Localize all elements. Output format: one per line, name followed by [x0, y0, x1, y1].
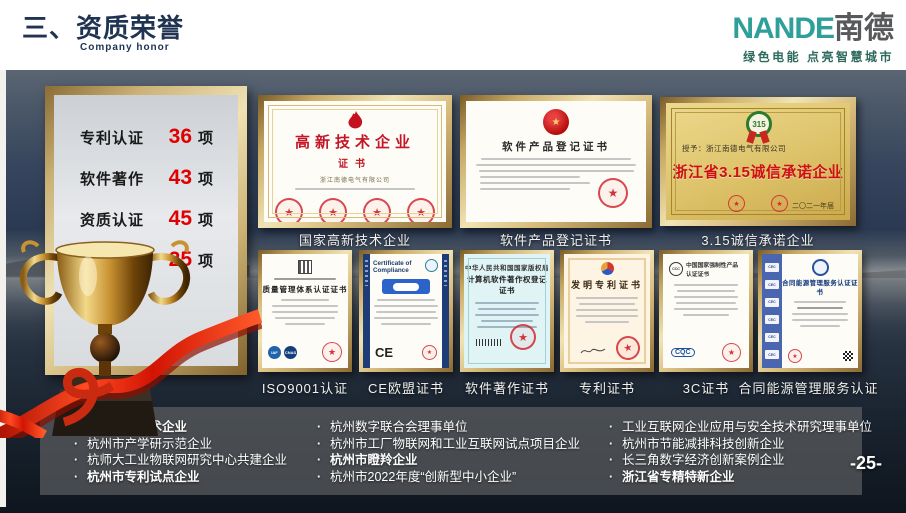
- certificate-subtitle: 证书: [264, 155, 446, 170]
- caption-315: 3.15诚信承诺企业: [660, 230, 856, 249]
- certificate-ce: Certificate of Compliance CE ★: [359, 250, 453, 372]
- stat-row: 专利认证 36 项: [80, 125, 238, 149]
- logo-latin: NANDE: [732, 12, 834, 45]
- certificate-title: 高新技术企业: [264, 131, 446, 152]
- trophy-image: [0, 236, 262, 438]
- honor-item: 杭师大工业物联网研究中心共建企业: [74, 452, 287, 469]
- stat-row: 资质认证 45 项: [80, 207, 238, 231]
- honor-item: 杭州市2022年度“创新型中小企业”: [317, 469, 579, 486]
- barcode: [476, 339, 502, 346]
- stat-unit: 项: [198, 168, 213, 189]
- certificate-title: 合同能源管理服务认证证书: [782, 278, 858, 296]
- certificate-org: 浙江南德电气有限公司: [264, 175, 446, 184]
- green-badge-icon: 315: [746, 111, 770, 135]
- certificate-title: 软件产品登记证书: [466, 139, 646, 154]
- certificate-patent: 发明专利证书 ★: [560, 250, 654, 372]
- caption-energy: 合同能源管理服务认证: [726, 378, 891, 397]
- logo-cjk: 南德: [834, 12, 894, 45]
- honor-item: 长三角数字经济创新案例企业: [609, 452, 872, 469]
- honor-item: 杭州市专利试点企业: [74, 469, 287, 486]
- cec-side-band: CECCECCEC CECCECCEC: [762, 254, 782, 368]
- red-star-stamp: ★: [510, 324, 536, 350]
- certificate-software-product: ★ 软件产品登记证书 ★: [460, 95, 652, 228]
- honor-item: 工业互联网企业应用与安全技术研究理事单位: [609, 419, 872, 436]
- honor-item: 杭州市瞪羚企业: [317, 452, 579, 469]
- certificate-hitech-enterprise: 高新技术企业 证书 浙江南德电气有限公司 ★★★★: [258, 95, 452, 228]
- ce-mark: CE: [375, 345, 393, 360]
- stat-value: 36: [158, 125, 192, 149]
- red-stamps: ★★★★: [264, 198, 446, 222]
- certificate-year: 二〇二一年届: [792, 201, 834, 211]
- red-stamp: ★: [422, 345, 437, 360]
- honor-item: 杭州市节能减排科技创新企业: [609, 436, 872, 453]
- stat-unit: 项: [198, 127, 213, 148]
- stat-label: 专利认证: [80, 127, 158, 148]
- caption-software-product: 软件产品登记证书: [460, 230, 652, 249]
- globe-icon: [425, 259, 438, 272]
- page-title: 三、资质荣誉: [22, 8, 184, 45]
- red-stamp: ★: [722, 343, 741, 362]
- stat-row: 软件著作 43 项: [80, 166, 238, 190]
- page-subtitle: Company honor: [80, 42, 170, 53]
- qr-code: [843, 351, 853, 361]
- stat-label: 软件著作: [80, 168, 158, 189]
- certificate-iso9001: 质量管理体系认证证书 IAF CNAS ★: [258, 250, 352, 372]
- red-stamp: ★: [322, 342, 342, 362]
- stat-value: 43: [158, 166, 192, 190]
- cec-emblem-icon: [812, 259, 829, 276]
- stat-unit: 项: [198, 209, 213, 230]
- certificate-315-integrity: 315 授予：浙江南德电气有限公司 浙江省3.15诚信承诺企业 ★★ 二〇二一年…: [660, 97, 856, 226]
- cqc-logo: CQC: [671, 348, 695, 357]
- iaf-badge: IAF: [268, 346, 281, 359]
- qr-icon: [298, 260, 312, 274]
- eu-logo: [382, 279, 430, 294]
- page-number: -25-: [850, 453, 882, 474]
- certificate-title: 中国国家强制性产品认证证书: [686, 260, 743, 278]
- stat-value: 45: [158, 207, 192, 231]
- honor-item: 浙江省专精特新企业: [609, 469, 872, 486]
- certificate-3c: CCC 中国国家强制性产品认证证书 CQC ★: [659, 250, 753, 372]
- cnas-badge: CNAS: [284, 346, 297, 359]
- signature: [580, 346, 606, 356]
- caption-hitech: 国家高新技术企业: [258, 230, 452, 249]
- ccc-logo: CCC: [669, 262, 683, 276]
- honor-item: 杭州市工厂物联网和工业互联网试点项目企业: [317, 436, 579, 453]
- certificate-software-copyright: 中华人民共和国国家版权局 计算机软件著作权登记证书 ★: [460, 250, 554, 372]
- logo-tagline: 绿色电能 点亮智慧城市: [732, 48, 894, 65]
- certificate-energy-management: CECCECCEC CECCECCEC 合同能源管理服务认证证书 ★: [758, 250, 862, 372]
- certificate-title: 质量管理体系认证证书: [262, 284, 348, 295]
- company-logo: NANDE南德 绿色电能 点亮智慧城市: [732, 14, 894, 65]
- stat-label: 资质认证: [80, 209, 158, 230]
- honors-column-3: 工业互联网企业应用与安全技术研究理事单位 杭州市节能减排科技创新企业 长三角数字…: [609, 419, 872, 495]
- header: 三、资质荣誉 Company honor NANDE南德 绿色电能 点亮智慧城市: [0, 0, 906, 70]
- national-emblem-icon: ★: [543, 109, 569, 135]
- slide: 三、资质荣誉 Company honor NANDE南德 绿色电能 点亮智慧城市…: [0, 0, 906, 513]
- red-stamp: ★: [788, 349, 802, 363]
- red-stamp: ★: [598, 178, 628, 208]
- honor-item: 杭州数字联合会理事单位: [317, 419, 579, 436]
- flame-icon: [347, 111, 363, 129]
- honors-column-2: 杭州数字联合会理事单位 杭州市工厂物联网和工业互联网试点项目企业 杭州市瞪羚企业…: [317, 419, 579, 495]
